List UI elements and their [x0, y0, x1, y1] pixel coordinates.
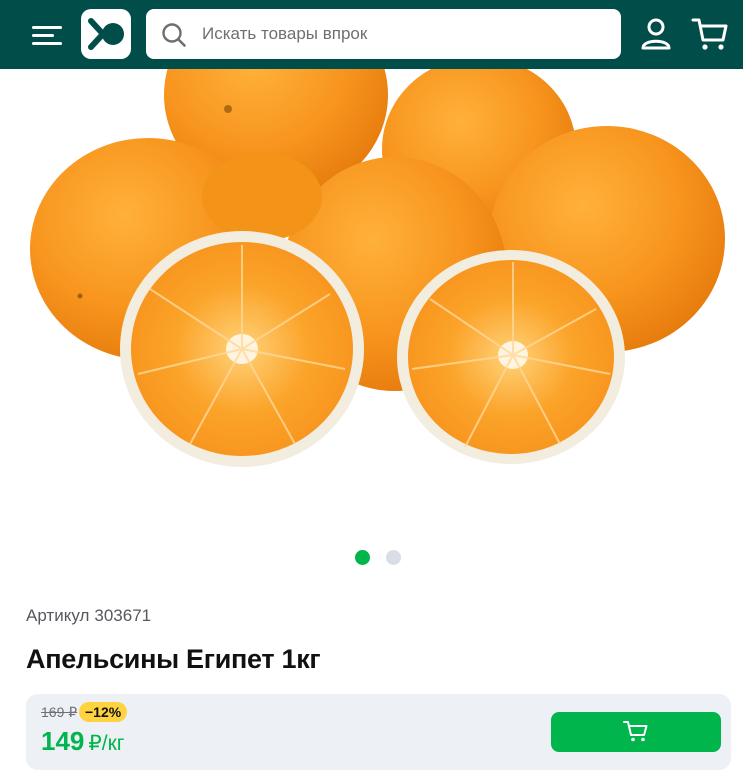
current-price: 149 ₽/кг: [41, 726, 124, 757]
search-icon[interactable]: [161, 22, 187, 48]
price-card: 169 ₽ −12% 149 ₽/кг: [26, 694, 731, 770]
search-bar[interactable]: [146, 9, 621, 59]
cart-icon: [623, 719, 649, 746]
carousel-dot[interactable]: [386, 550, 401, 565]
product-title: Апельсины Египет 1кг: [26, 644, 321, 674]
old-price: 169 ₽: [41, 704, 78, 720]
cart-icon[interactable]: [691, 16, 729, 52]
carousel-dot-active[interactable]: [355, 550, 370, 565]
product-sku: Артикул 303671: [26, 606, 151, 626]
discount-badge: −12%: [79, 702, 128, 722]
search-input[interactable]: [200, 9, 610, 59]
sku-number: 303671: [94, 606, 152, 625]
price-unit: ₽/кг: [88, 732, 125, 755]
current-price-value: 149: [41, 726, 85, 756]
hamburger-menu-icon[interactable]: [30, 20, 64, 50]
add-to-cart-button[interactable]: [551, 712, 721, 752]
top-header: [0, 0, 743, 69]
sku-label: Артикул: [26, 606, 90, 625]
brand-logo[interactable]: [81, 9, 131, 59]
product-image[interactable]: [0, 69, 743, 539]
user-icon[interactable]: [638, 16, 674, 52]
